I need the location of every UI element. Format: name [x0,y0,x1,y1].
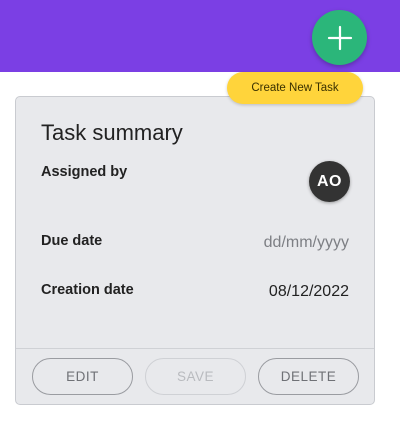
creation-date-label: Creation date [41,282,134,298]
due-date-field[interactable]: dd/mm/yyyy [264,234,349,252]
creation-date-value: 08/12/2022 [268,283,349,300]
save-button[interactable]: SAVE [145,358,246,395]
card-divider [16,348,374,349]
plus-icon [327,25,352,50]
due-date-label: Due date [41,233,103,249]
assignee-avatar[interactable]: AO [309,161,350,202]
edit-button[interactable]: EDIT [32,358,133,395]
assigned-by-label: Assigned by [41,164,128,180]
create-task-tooltip: Create New Task [227,72,363,104]
delete-button[interactable]: DELETE [258,358,359,395]
task-summary-card: Task summary Assigned by AO Due date dd/… [15,96,375,405]
card-title: Task summary [41,120,183,145]
create-task-button[interactable] [312,10,367,65]
